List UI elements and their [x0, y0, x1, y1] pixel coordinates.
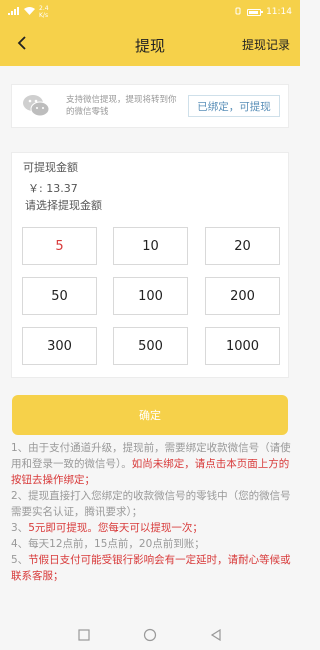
- system-nav-bar: [0, 620, 300, 650]
- bind-status-button[interactable]: 已绑定，可提现: [188, 95, 280, 117]
- amount-option-10[interactable]: 10: [113, 227, 188, 265]
- network-speed-unit: K/s: [39, 12, 49, 19]
- note-text: 4、每天12点前，15点前，20点前到账；: [11, 538, 205, 550]
- balance-value: ￥: 13.37: [28, 182, 78, 195]
- note-text: 5、: [11, 554, 29, 566]
- square-icon[interactable]: [76, 627, 92, 643]
- network-speed-value: 2.4: [39, 5, 49, 12]
- signal-icon: [8, 7, 20, 17]
- withdraw-history-link[interactable]: 提现记录: [242, 36, 290, 53]
- note-warning: 节假日支付可能受银行影响会有一定延时，请耐心等候或联系客服；: [11, 554, 291, 582]
- app-header: 提现 提现记录: [0, 24, 300, 66]
- amount-option-100[interactable]: 100: [113, 277, 188, 315]
- battery-icon: [247, 8, 264, 16]
- note-item: 1、由于支付通道升级，提现前，需要绑定收款微信号（请使用和登录一致的微信号）。如…: [11, 440, 291, 488]
- note-item: 3、5元即可提现。您每天可以提现一次；: [11, 520, 291, 536]
- amount-option-1000[interactable]: 1000: [205, 327, 280, 365]
- wechat-icon: [22, 92, 50, 120]
- note-item: 5、节假日支付可能受银行影响会有一定延时，请耐心等候或联系客服；: [11, 552, 291, 584]
- select-amount-label: 请选择提现金额: [25, 199, 102, 212]
- note-item: 4、每天12点前，15点前，20点前到账；: [11, 536, 291, 552]
- amount-option-5[interactable]: 5: [22, 227, 97, 265]
- note-warning: 5元即可提现。您每天可以提现一次；: [28, 522, 203, 534]
- chevron-left-icon: [16, 35, 28, 55]
- status-bar: 2.4 K/s 11:14: [0, 0, 300, 24]
- amount-option-500[interactable]: 500: [113, 327, 188, 365]
- withdraw-notes: 1、由于支付通道升级，提现前，需要绑定收款微信号（请使用和登录一致的微信号）。如…: [11, 440, 291, 584]
- back-button[interactable]: [8, 31, 36, 59]
- wifi-icon: [24, 7, 35, 17]
- page-title: 提现: [134, 36, 165, 55]
- amount-option-20[interactable]: 20: [205, 227, 280, 265]
- vibrate-icon: [234, 7, 242, 18]
- wechat-bind-card: 支持微信提现，提现将转到你的微信零钱 已绑定，可提现: [11, 84, 289, 128]
- note-text: 3、: [11, 522, 29, 534]
- confirm-button[interactable]: 确定: [12, 395, 288, 435]
- network-speed: 2.4 K/s: [39, 5, 49, 19]
- amount-option-50[interactable]: 50: [22, 277, 97, 315]
- amount-card: 可提现金额 ￥: 13.37 请选择提现金额 5 10 20 50 100 20…: [11, 152, 289, 378]
- withdrawable-label: 可提现金额: [23, 161, 78, 174]
- wechat-description: 支持微信提现，提现将转到你的微信零钱: [66, 95, 177, 117]
- amount-option-300[interactable]: 300: [22, 327, 97, 365]
- circle-icon[interactable]: [142, 627, 158, 643]
- clock: 11:14: [266, 7, 292, 17]
- note-text: 2、提现直接打入您绑定的收款微信号的零钱中（您的微信号需要实名认证，腾讯要求）；: [11, 490, 291, 518]
- note-item: 2、提现直接打入您绑定的收款微信号的零钱中（您的微信号需要实名认证，腾讯要求）；: [11, 488, 291, 520]
- triangle-back-icon[interactable]: [208, 627, 224, 643]
- amount-option-200[interactable]: 200: [205, 277, 280, 315]
